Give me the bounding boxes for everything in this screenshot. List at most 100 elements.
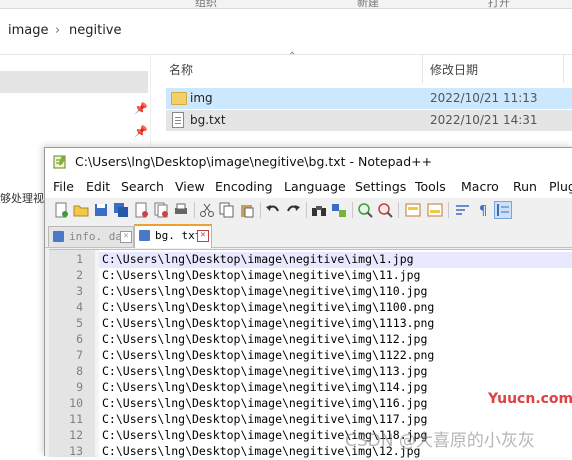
- close-all-icon[interactable]: [153, 202, 169, 218]
- menu-edit[interactable]: Edit: [86, 179, 110, 194]
- show-all-chars-icon[interactable]: ¶: [475, 202, 491, 218]
- address-bar[interactable]: image › negitive: [0, 9, 572, 55]
- indent-guide-icon[interactable]: [494, 201, 512, 219]
- menu-encoding[interactable]: Encoding: [215, 179, 273, 194]
- menu-file[interactable]: File: [53, 179, 74, 194]
- code-line[interactable]: C:\Users\lng\Desktop\image\negitive\img\…: [99, 268, 572, 284]
- code-line[interactable]: C:\Users\lng\Desktop\image\negitive\img\…: [99, 316, 572, 332]
- sync-horizontal-icon[interactable]: [427, 202, 443, 218]
- menu-macro[interactable]: Macro: [461, 179, 499, 194]
- menu-tools[interactable]: Tools: [415, 179, 446, 194]
- breadcrumb-image[interactable]: image: [8, 23, 49, 38]
- column-divider[interactable]: [422, 55, 423, 83]
- save-icon[interactable]: [93, 202, 109, 218]
- file-name: img: [190, 91, 213, 105]
- cut-icon[interactable]: [199, 202, 215, 218]
- line-number: 12: [69, 428, 83, 442]
- saved-disk-icon: [139, 230, 150, 241]
- menu-run[interactable]: Run: [513, 179, 537, 194]
- toolbar-separator: [398, 202, 399, 218]
- tab-close-icon[interactable]: ✕: [120, 231, 132, 243]
- menu-plugins[interactable]: Plug: [549, 179, 572, 194]
- line-number: 9: [76, 380, 83, 394]
- new-file-icon[interactable]: [53, 202, 69, 218]
- line-number: 3: [76, 284, 83, 298]
- saved-disk-icon: [53, 231, 64, 242]
- folder-icon: [171, 92, 187, 105]
- sort-caret-icon: ⌃: [288, 51, 297, 62]
- line-number-gutter: 1 2 3 4 5 6 7 8 9 10 11 12 13: [49, 250, 95, 458]
- document-tab-bar: info. dat ✕ bg. txt ✕: [45, 223, 572, 248]
- replace-icon[interactable]: [331, 202, 347, 218]
- title-bar[interactable]: C:\Users\lng\Desktop\image\negitive\bg.t…: [45, 148, 572, 176]
- code-line[interactable]: C:\Users\lng\Desktop\image\negitive\img\…: [99, 332, 572, 348]
- file-row-bg-txt[interactable]: bg.txt 2022/10/21 14:31: [166, 110, 572, 131]
- open-folder-icon[interactable]: [73, 202, 89, 218]
- toolbar: ¶: [45, 198, 572, 222]
- copy-icon[interactable]: [219, 202, 235, 218]
- line-number: 1: [76, 252, 83, 266]
- zoom-in-icon[interactable]: [357, 202, 373, 218]
- menu-language[interactable]: Language: [284, 179, 346, 194]
- code-line[interactable]: C:\Users\lng\Desktop\image\negitive\img\…: [99, 300, 572, 316]
- file-name: bg.txt: [190, 113, 226, 127]
- watermark-author: CSDN @大喜原的小灰灰: [345, 431, 535, 451]
- window-title: C:\Users\lng\Desktop\image\negitive\bg.t…: [75, 154, 433, 169]
- save-all-icon[interactable]: [113, 202, 129, 218]
- column-header-name[interactable]: 名称: [169, 61, 193, 78]
- notepad-app-icon: [53, 155, 66, 169]
- code-line[interactable]: C:\Users\lng\Desktop\image\negitive\img\…: [99, 252, 572, 268]
- tab-label: bg. txt: [155, 229, 202, 242]
- find-icon[interactable]: [311, 202, 327, 218]
- paste-icon[interactable]: [239, 202, 255, 218]
- code-line[interactable]: C:\Users\lng\Desktop\image\negitive\img\…: [99, 348, 572, 364]
- tab-info-dat[interactable]: info. dat ✕: [48, 226, 134, 247]
- line-number: 11: [69, 412, 83, 426]
- pin-icon: 📌: [134, 125, 148, 138]
- sync-vertical-icon[interactable]: [405, 202, 421, 218]
- toolbar-separator: [352, 202, 353, 218]
- code-line[interactable]: C:\Users\lng\Desktop\image\negitive\img\…: [99, 364, 572, 380]
- notepad-plus-plus-window[interactable]: C:\Users\lng\Desktop\image\negitive\bg.t…: [44, 147, 572, 458]
- code-line[interactable]: C:\Users\lng\Desktop\image\negitive\img\…: [99, 284, 572, 300]
- text-file-icon: [172, 112, 184, 128]
- column-header-date[interactable]: 修改日期: [430, 61, 478, 78]
- pin-icon: 📌: [134, 102, 148, 115]
- menu-settings[interactable]: Settings: [355, 179, 406, 194]
- file-date: 2022/10/21 11:13: [430, 91, 538, 105]
- line-number: 2: [76, 268, 83, 282]
- line-number: 4: [76, 300, 83, 314]
- tab-bg-txt[interactable]: bg. txt ✕: [134, 224, 212, 248]
- column-header-row: ⌃ 名称 修改日期: [160, 51, 572, 83]
- breadcrumb-separator-icon: ›: [55, 23, 61, 38]
- zoom-out-icon[interactable]: [377, 202, 393, 218]
- breadcrumb-negitive[interactable]: negitive: [69, 23, 122, 38]
- toolbar-separator: [194, 202, 195, 218]
- line-number: 5: [76, 316, 83, 330]
- line-number: 7: [76, 348, 83, 362]
- nav-selected-item[interactable]: [0, 71, 148, 93]
- menu-search[interactable]: Search: [121, 179, 164, 194]
- tab-close-icon[interactable]: ✕: [197, 230, 209, 242]
- redo-icon[interactable]: [285, 202, 301, 218]
- undo-icon[interactable]: [265, 202, 281, 218]
- menu-bar: File Edit Search View Encoding Language …: [45, 176, 572, 198]
- line-number: 6: [76, 332, 83, 346]
- svg-text:¶: ¶: [479, 204, 487, 218]
- line-number: 10: [69, 396, 83, 410]
- toolbar-separator: [306, 202, 307, 218]
- print-icon[interactable]: [173, 202, 189, 218]
- line-number: 8: [76, 364, 83, 378]
- menu-view[interactable]: View: [175, 179, 205, 194]
- line-number: 13: [69, 444, 83, 458]
- column-divider[interactable]: [563, 55, 564, 83]
- toolbar-separator: [448, 202, 449, 218]
- nav-item-label[interactable]: 够处理视频: [0, 190, 46, 206]
- file-row-img[interactable]: img 2022/10/21 11:13: [166, 88, 572, 109]
- ribbon: 组织 新建 打开: [0, 0, 572, 9]
- close-file-icon[interactable]: [133, 202, 149, 218]
- file-date: 2022/10/21 14:31: [430, 113, 538, 127]
- watermark-site: Yuucn.com: [488, 391, 572, 407]
- toolbar-separator: [260, 202, 261, 218]
- word-wrap-icon[interactable]: [455, 202, 471, 218]
